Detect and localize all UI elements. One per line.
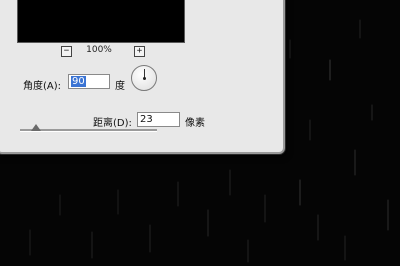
distance-label: 距离(D): [93,118,132,129]
angle-input[interactable]: 90 [68,74,110,89]
angle-dial[interactable] [131,65,157,91]
distance-unit: 像素 [185,118,205,129]
angle-dial-center [143,77,146,80]
zoom-level: 100% [86,45,112,55]
distance-slider-thumb[interactable] [31,124,42,131]
zoom-out-button[interactable]: − [61,46,72,57]
filter-dialog: − 100% + 角度(A): 90 度 距离(D): 23 像素 [0,0,285,154]
preview-pane [17,0,185,43]
angle-unit: 度 [115,81,125,92]
angle-label: 角度(A): [23,81,62,92]
zoom-in-button[interactable]: + [134,46,145,57]
distance-input[interactable]: 23 [137,112,180,127]
angle-value: 90 [71,76,86,87]
